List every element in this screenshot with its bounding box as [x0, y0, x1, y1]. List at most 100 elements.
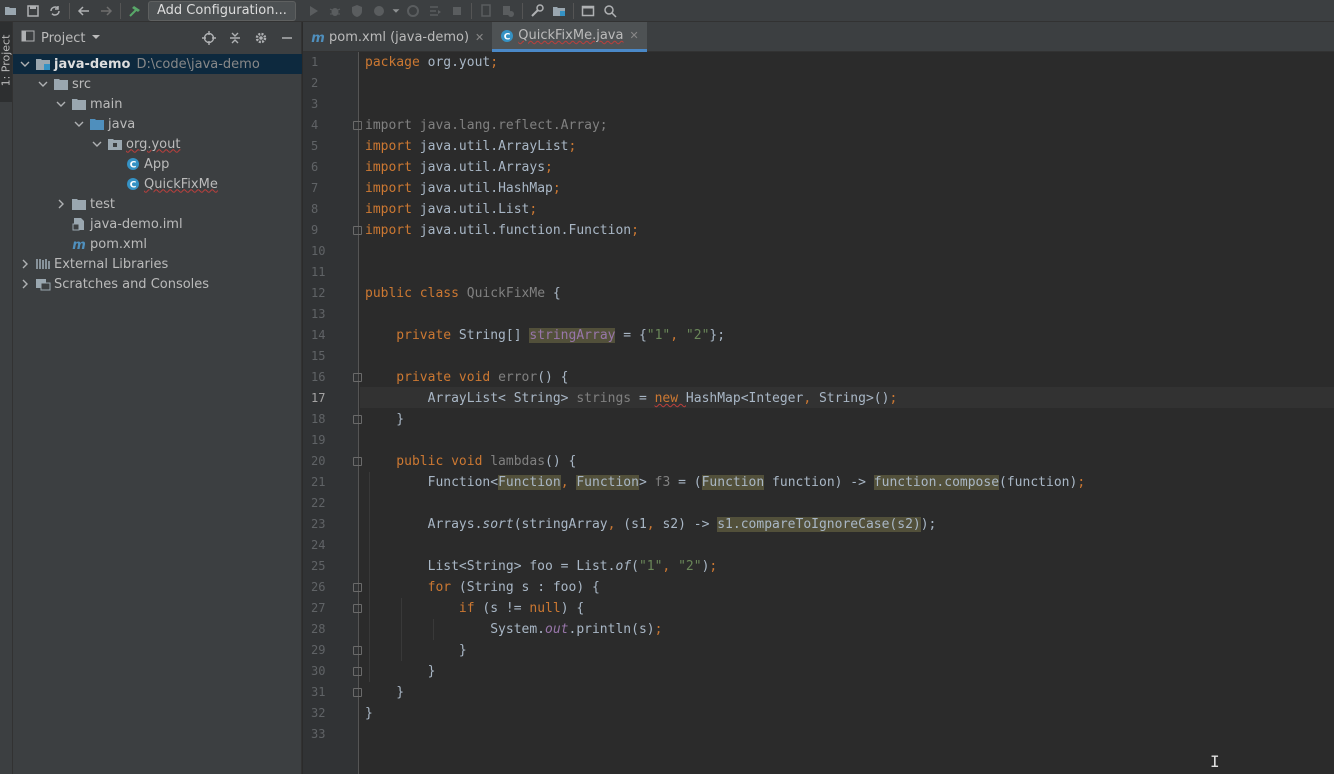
editor-tab[interactable]: C QuickFixMe.java ✕: [492, 22, 647, 52]
sync-icon[interactable]: [44, 1, 66, 21]
code-line[interactable]: import java.util.HashMap;: [365, 178, 561, 199]
project-structure-icon[interactable]: [548, 1, 570, 21]
forward-icon[interactable]: [95, 1, 117, 21]
code-line[interactable]: Arrays.sort(stringArray, (s1, s2) -> s1.…: [365, 514, 936, 535]
code-line[interactable]: package org.yout;: [365, 52, 498, 73]
tree-item-label: java-demo: [54, 56, 131, 72]
code-line[interactable]: import java.util.ArrayList;: [365, 136, 576, 157]
run-icon[interactable]: [302, 1, 324, 21]
project-view-selector[interactable]: Project: [41, 31, 85, 46]
line-number-gutter[interactable]: 1 2 3 4 5 6 7 8 9 10 11 12 13 14 15 16 17 18 19 20 21 22 23 24 2…: [303, 52, 362, 774]
line-number: 1: [311, 55, 319, 69]
line-number: 5: [311, 139, 319, 153]
code-line[interactable]: import java.util.function.Function;: [365, 220, 639, 241]
tree-item[interactable]: C QuickFixMe: [13, 174, 302, 194]
code-editor[interactable]: 1 2 3 4 5 6 7 8 9 10 11 12 13 14 15 16 17 18 19 20 21 22 23 24 2…: [303, 52, 1334, 774]
chevron-down-icon[interactable]: [91, 31, 101, 46]
code-line[interactable]: private void error() {: [365, 367, 568, 388]
editor-tab[interactable]: m pom.xml (java-demo) ✕: [303, 22, 492, 52]
code-line[interactable]: private String[] stringArray = {"1", "2"…: [365, 325, 725, 346]
stop-icon[interactable]: [446, 1, 468, 21]
chevron-down-icon[interactable]: [37, 78, 49, 90]
locate-icon[interactable]: [199, 28, 219, 48]
tree-item[interactable]: java-demo.iml: [13, 214, 302, 234]
code-line[interactable]: ArrayList< String> strings = new HashMap…: [365, 388, 898, 409]
collapse-all-icon[interactable]: [225, 28, 245, 48]
code-token: ,: [662, 559, 679, 574]
search-icon[interactable]: [599, 1, 621, 21]
tree-item[interactable]: java: [13, 114, 302, 134]
chevron-right-icon[interactable]: [19, 258, 31, 270]
editor-tab-label: QuickFixMe.java: [518, 28, 624, 43]
close-icon[interactable]: ✕: [475, 31, 484, 44]
tool-window-strip: 1: Project: [0, 22, 13, 774]
code-area[interactable]: package org.yout; import java.lang.reflec…: [360, 52, 1334, 774]
tree-item[interactable]: test: [13, 194, 302, 214]
profile-icon[interactable]: [368, 1, 390, 21]
line-number: 15: [311, 349, 326, 363]
code-token: List<String> foo = List.: [365, 559, 616, 574]
tree-item[interactable]: src: [13, 74, 302, 94]
open-folder-icon[interactable]: [0, 1, 22, 21]
code-token: =: [631, 391, 655, 406]
code-line[interactable]: System.out.println(s);: [365, 619, 662, 640]
code-line[interactable]: }: [365, 703, 373, 724]
minimize-icon[interactable]: [277, 28, 297, 48]
line-number: 30: [311, 664, 326, 678]
back-icon[interactable]: [73, 1, 95, 21]
coverage-icon[interactable]: [346, 1, 368, 21]
folder-icon: [71, 97, 87, 111]
code-line[interactable]: for (String s : foo) {: [365, 577, 600, 598]
gear-icon[interactable]: [251, 28, 271, 48]
tree-item[interactable]: org.yout: [13, 134, 302, 154]
code-token: s1.compareToIgnoreCase(s2): [717, 517, 921, 532]
code-line[interactable]: public void lambdas() {: [365, 451, 576, 472]
build-icon[interactable]: [402, 1, 424, 21]
project-tool-tab[interactable]: 1: Project: [0, 22, 13, 102]
code-line[interactable]: import java.util.List;: [365, 199, 537, 220]
code-line[interactable]: if (s != null) {: [365, 598, 584, 619]
tree-item[interactable]: main: [13, 94, 302, 114]
frame-icon[interactable]: [577, 1, 599, 21]
tree-item[interactable]: External Libraries: [13, 254, 302, 274]
code-token: strings: [576, 391, 632, 406]
package-icon: [107, 137, 123, 151]
code-line[interactable]: }: [365, 409, 404, 430]
code-line[interactable]: }: [365, 661, 436, 682]
code-token: function) ->: [764, 475, 874, 490]
line-number: 2: [311, 76, 319, 90]
chevron-down-icon[interactable]: [73, 118, 85, 130]
wrench-icon[interactable]: [526, 1, 548, 21]
chevron-right-icon[interactable]: [19, 278, 31, 290]
device-icon[interactable]: [475, 1, 497, 21]
dropdown-icon[interactable]: [390, 1, 402, 21]
code-line[interactable]: }: [365, 682, 404, 703]
rerun-icon[interactable]: [424, 1, 446, 21]
attach-icon[interactable]: [497, 1, 519, 21]
close-icon[interactable]: ✕: [629, 29, 638, 42]
chevron-right-icon[interactable]: [55, 198, 67, 210]
tree-item[interactable]: m pom.xml: [13, 234, 302, 254]
hammer-icon[interactable]: [124, 1, 146, 21]
code-line[interactable]: }: [365, 640, 467, 661]
chevron-down-icon[interactable]: [55, 98, 67, 110]
project-panel-tools: [199, 28, 297, 48]
tree-item[interactable]: java-demo D:\code\java-demo: [13, 54, 302, 74]
code-line[interactable]: import java.util.Arrays;: [365, 157, 553, 178]
code-line[interactable]: public class QuickFixMe {: [365, 283, 561, 304]
code-token: import: [365, 223, 420, 238]
save-icon[interactable]: [22, 1, 44, 21]
code-token: (stringArray: [513, 517, 608, 532]
chevron-down-icon[interactable]: [19, 58, 31, 70]
debug-icon[interactable]: [324, 1, 346, 21]
svg-text:C: C: [130, 181, 137, 191]
tree-item[interactable]: C App: [13, 154, 302, 174]
code-line[interactable]: List<String> foo = List.of("1", "2");: [365, 556, 718, 577]
chevron-down-icon[interactable]: [91, 138, 103, 150]
code-line[interactable]: Function<Function, Function> f3 = (Funct…: [365, 472, 1085, 493]
code-line[interactable]: import java.lang.reflect.Array;: [365, 115, 608, 136]
add-configuration-button[interactable]: Add Configuration...: [148, 0, 296, 21]
code-token: ;: [709, 559, 718, 574]
tree-item[interactable]: Scratches and Consoles: [13, 274, 302, 294]
